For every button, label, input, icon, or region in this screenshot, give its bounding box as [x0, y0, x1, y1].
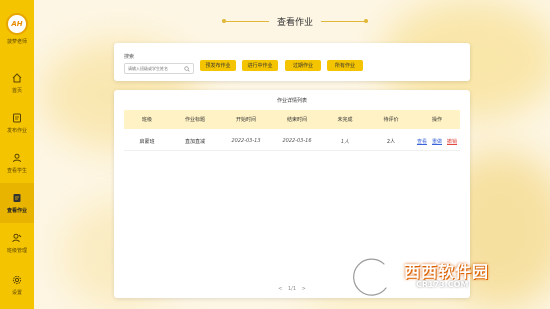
home-icon [12, 72, 22, 82]
sidebar-item-students[interactable]: 查看学生 [0, 143, 34, 183]
search-input[interactable] [125, 64, 183, 73]
page-header: 查看作业 [222, 14, 369, 28]
cell-actions: 查看 重做 撤销 [414, 138, 460, 145]
column-header-unfinished: 未完成 [337, 117, 353, 123]
table-header: 班级 作业标题 开始时间 结束时间 未完成 待评价 操作 [124, 110, 460, 129]
sidebar-item-label: 发布作业 [6, 127, 27, 134]
sidebar-item-label: 查看作业 [6, 207, 27, 214]
revoke-link[interactable]: 撤销 [447, 138, 457, 145]
page-indicator: 1/1 [287, 286, 297, 292]
column-header-start: 开始时间 [235, 117, 256, 123]
sidebar-item-homework[interactable]: 查看作业 [0, 183, 34, 223]
watermark-brand: 西西软件园 [404, 262, 490, 281]
title-divider-left [222, 19, 269, 23]
sidebar-item-label: 班级管理 [6, 247, 27, 254]
sidebar: AH 菠萝老师 首页 发布作业 查看学生 查看作业 班级管理 设置 [0, 0, 34, 309]
filter-ongoing-button[interactable]: 进行中作业 [242, 60, 278, 71]
column-header-actions: 操作 [431, 117, 442, 123]
gear-icon [12, 275, 22, 284]
homework-icon [13, 193, 21, 202]
cell-unfinished: 1人 [340, 138, 350, 145]
table-title: 作业详情列表 [276, 98, 307, 104]
search-label: 搜索 [124, 54, 135, 60]
column-header-class: 班级 [141, 117, 152, 123]
sidebar-item-label: 设置 [11, 289, 22, 296]
publish-icon [13, 113, 21, 122]
page-title: 查看作业 [277, 17, 314, 28]
prev-page-button[interactable]: < [278, 286, 282, 292]
filter-prepublish-button[interactable]: 预发布作业 [200, 60, 236, 71]
logo-caption: 菠萝老师 [6, 39, 27, 45]
app-logo: AH [6, 13, 28, 35]
cell-title: 直加直减 [184, 138, 205, 145]
cell-class: 启蒙班 [139, 138, 155, 145]
table-row: 启蒙班 直加直减 2022-03-13 2022-03-16 1人 2人 查看 … [124, 132, 460, 151]
sidebar-item-class-management[interactable]: 班级管理 [0, 223, 34, 263]
redo-link[interactable]: 重做 [432, 138, 442, 145]
column-header-end: 结束时间 [286, 117, 307, 123]
next-page-button[interactable]: > [302, 286, 306, 292]
search-box [124, 63, 194, 74]
cell-pending: 2人 [386, 138, 396, 145]
cell-start: 2022-03-13 [231, 138, 261, 144]
sidebar-item-publish[interactable]: 发布作业 [0, 103, 34, 143]
column-header-pending: 待评价 [383, 117, 399, 123]
filter-expired-button[interactable]: 过期作业 [285, 60, 321, 71]
search-icon[interactable] [184, 65, 190, 72]
watermark-logo-icon [350, 255, 390, 298]
watermark-url: CR173.COM [416, 280, 469, 289]
filter-all-button[interactable]: 所有作业 [327, 60, 363, 71]
site-watermark: 西西软件园 CR173.COM [346, 254, 536, 298]
view-link[interactable]: 查看 [417, 138, 427, 145]
cell-end: 2022-03-16 [282, 138, 312, 144]
search-panel: 搜索 预发布作业 进行中作业 过期作业 所有作业 [114, 43, 470, 81]
class-icon [12, 233, 22, 242]
column-header-title: 作业标题 [184, 117, 205, 123]
student-icon [13, 153, 21, 162]
title-divider-right [321, 19, 369, 23]
sidebar-item-label: 首页 [11, 87, 22, 94]
sidebar-item-home[interactable]: 首页 [0, 63, 34, 103]
sidebar-item-settings[interactable]: 设置 [0, 265, 34, 305]
sidebar-item-label: 查看学生 [6, 167, 27, 174]
